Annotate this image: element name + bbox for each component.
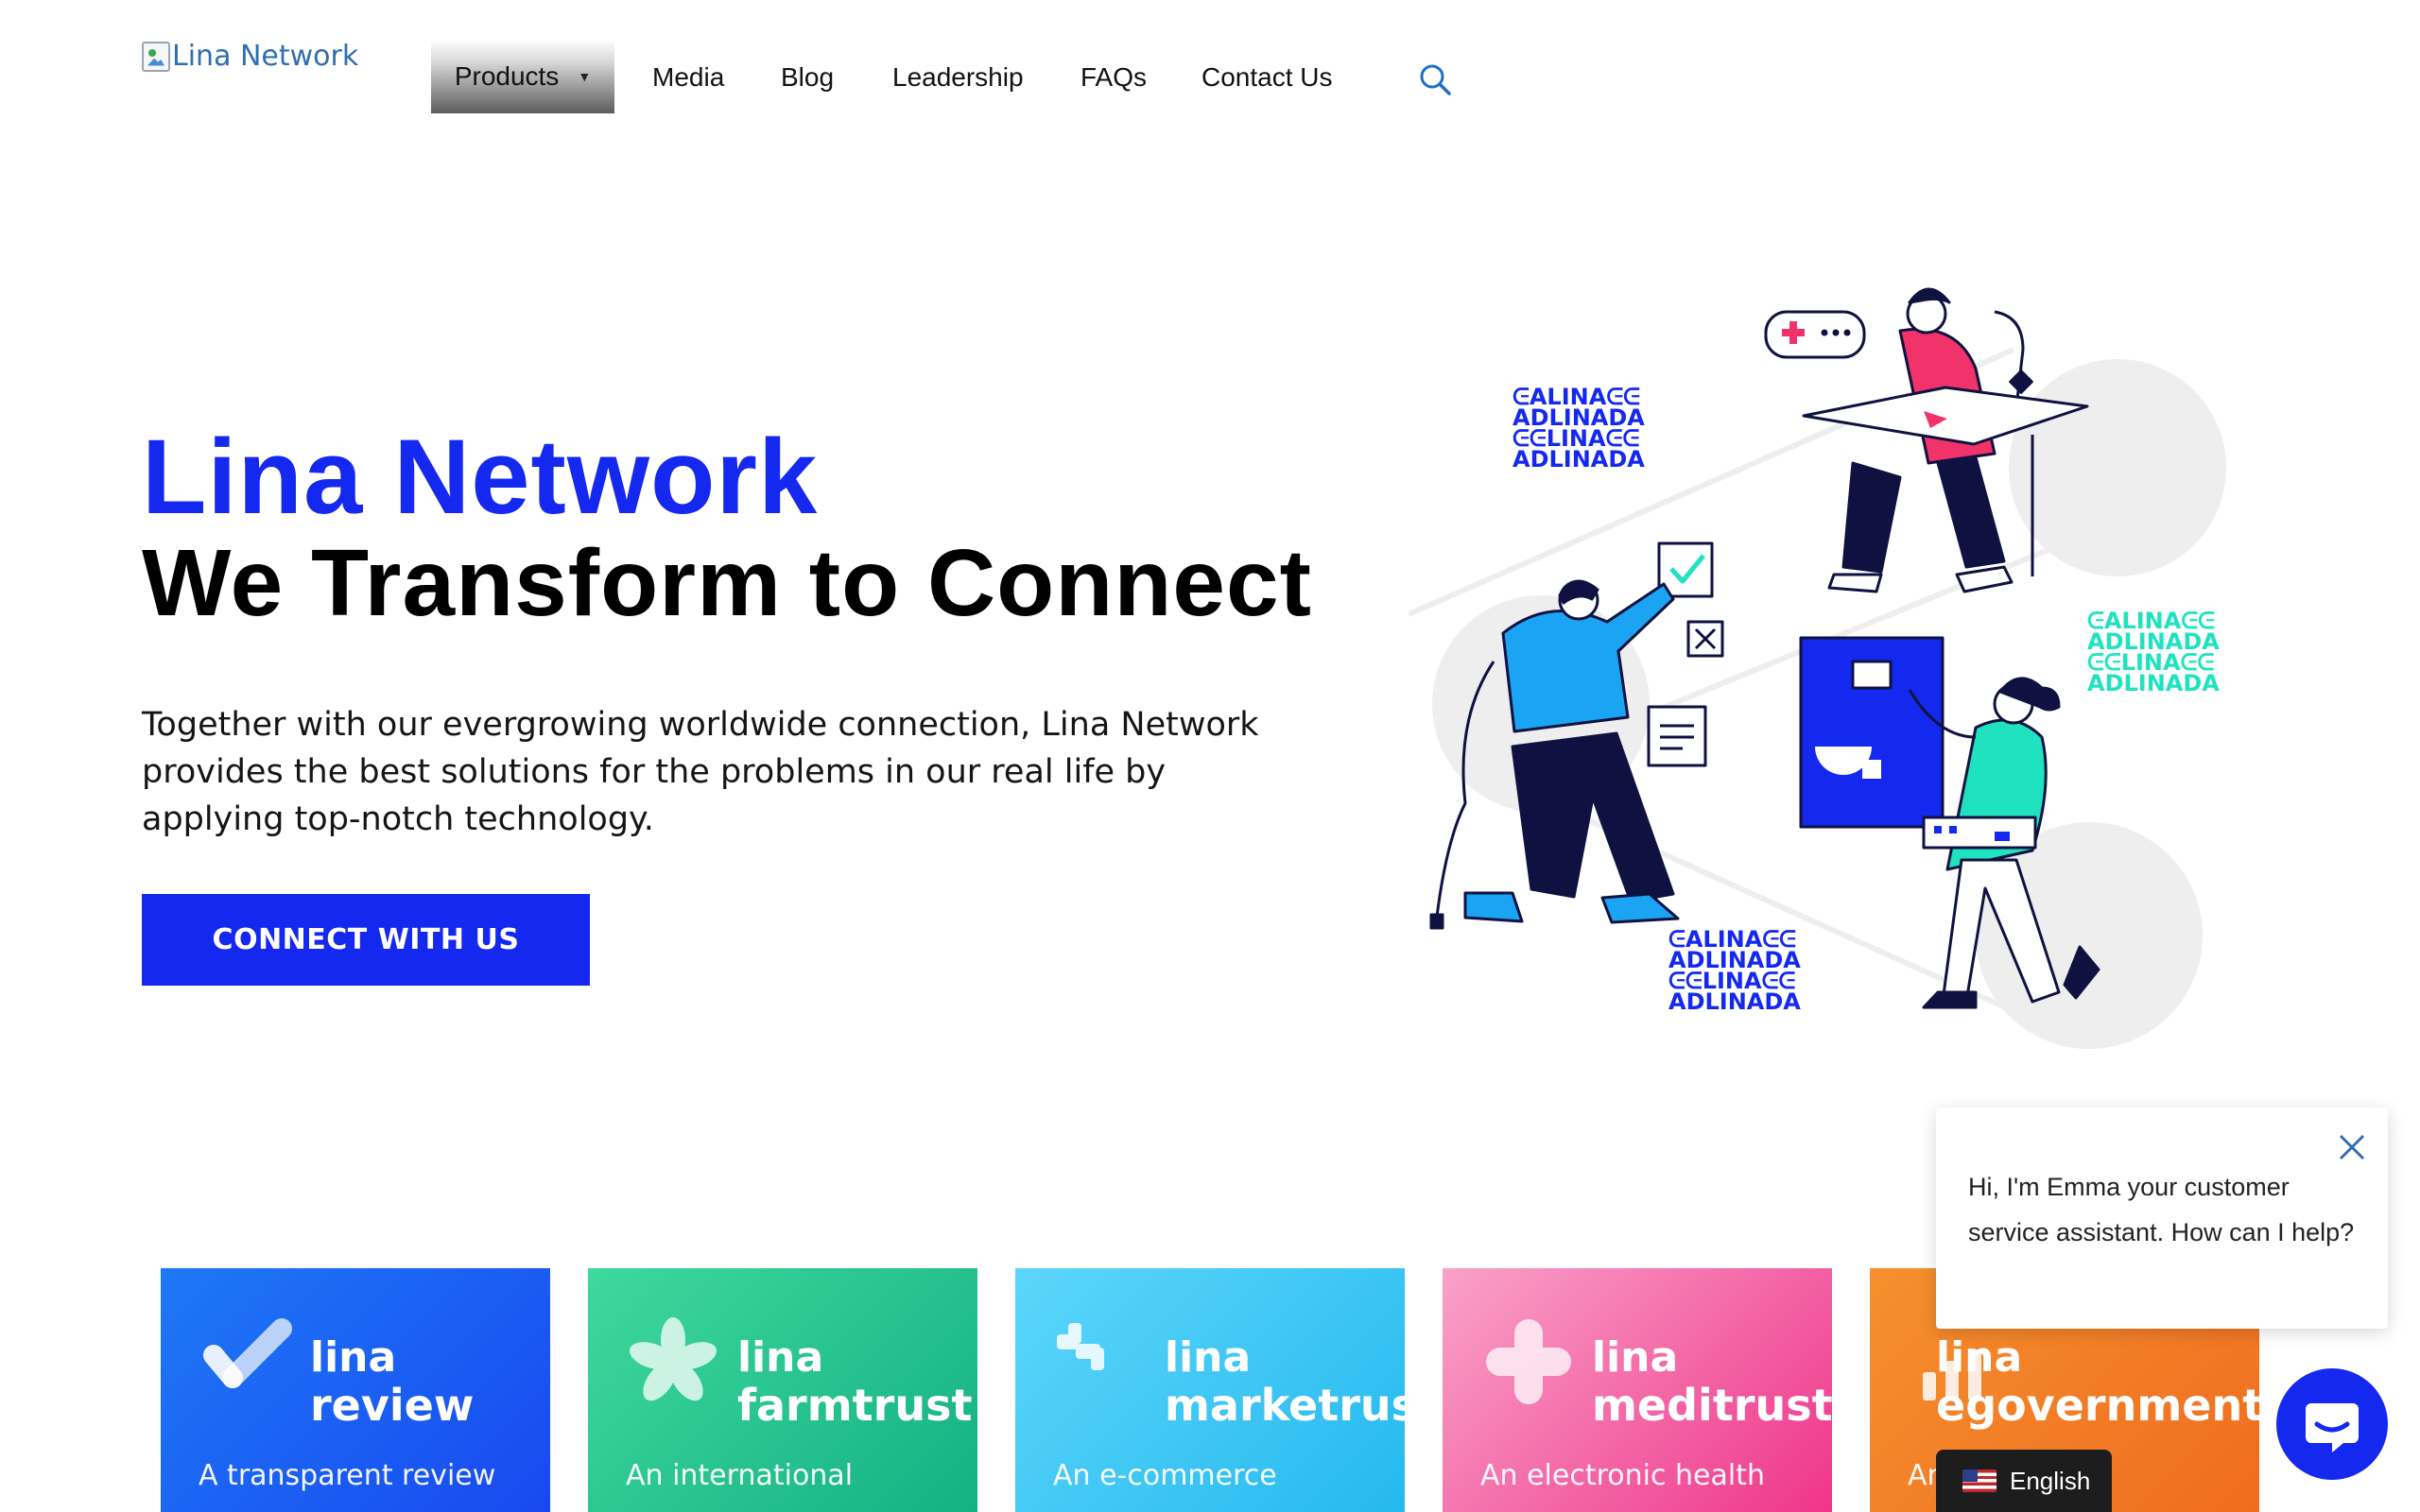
- puzzle-icon: [1057, 1323, 1104, 1370]
- card-description: An e-commerce: [1053, 1459, 1277, 1492]
- card-description: An electronic health: [1480, 1459, 1765, 1492]
- product-card-meditrust[interactable]: lina meditrust An electronic health: [1443, 1268, 1832, 1512]
- nav-blog[interactable]: Blog: [781, 62, 834, 93]
- pattern-block-right: ᕮALINAᕮᕮ ADLINADA ᕮᕮLINAᕮᕮ ADLINADA: [2087, 608, 2220, 696]
- pattern-line: ADLINADA: [1512, 446, 1645, 472]
- us-flag-icon: [1962, 1469, 1996, 1492]
- connect-with-us-button[interactable]: CONNECT WITH US: [142, 894, 590, 986]
- card-description: An international: [626, 1459, 854, 1492]
- chat-popup: Hi, I'm Emma your customer service assis…: [1936, 1108, 2388, 1329]
- card-description: A transparent review: [199, 1459, 496, 1492]
- card-product-name: marketrust: [1165, 1380, 1405, 1431]
- pattern-line: ADLINADA: [2087, 670, 2220, 696]
- card-brand: lina: [310, 1333, 397, 1382]
- check-icon: [203, 1318, 292, 1388]
- card-product-name: meditrust: [1592, 1380, 1832, 1431]
- card-brand: lina: [737, 1333, 824, 1382]
- card-product-name: egovernment: [1936, 1380, 2259, 1431]
- main-nav: Products ▼: [431, 40, 614, 113]
- search-icon[interactable]: [1418, 62, 1452, 96]
- product-card-farmtrust[interactable]: lina farmtrust An international: [588, 1268, 977, 1512]
- flower-icon: [629, 1317, 717, 1401]
- nav-products-dropdown[interactable]: Products ▼: [431, 40, 614, 113]
- logo-alt-text: Lina Network: [172, 40, 359, 73]
- hero-brand: Lina Network: [142, 418, 819, 536]
- nav-leadership[interactable]: Leadership: [892, 62, 1024, 93]
- nav-media[interactable]: Media: [652, 62, 724, 93]
- product-card-marketrust[interactable]: lina marketrust An e-commerce: [1015, 1268, 1405, 1512]
- chat-bubble-icon: [2306, 1403, 2359, 1452]
- product-card-review[interactable]: lina review A transparent review: [161, 1268, 550, 1512]
- card-brand: lina: [1165, 1333, 1252, 1382]
- hero-illustration: ᕮALINAᕮᕮ ADLINADA ᕮᕮLINAᕮᕮ ADLINADA ᕮALI…: [1409, 287, 2226, 1049]
- card-product-name: farmtrust: [737, 1380, 973, 1431]
- hero-title: We Transform to Connect: [142, 530, 1312, 636]
- pattern-block-top-left: ᕮALINAᕮᕮ ADLINADA ᕮᕮLINAᕮᕮ ADLINADA: [1512, 384, 1645, 472]
- card-product-name: review: [310, 1380, 475, 1431]
- language-label: English: [2010, 1466, 2091, 1495]
- nav-contact[interactable]: Contact Us: [1201, 62, 1333, 93]
- close-icon[interactable]: [2333, 1128, 2371, 1166]
- pattern-block-bottom: ᕮALINAᕮᕮ ADLINADA ᕮᕮLINAᕮᕮ ADLINADA: [1668, 926, 1801, 1015]
- pattern-line: ADLINADA: [1668, 988, 1801, 1015]
- site-logo[interactable]: Lina Network: [142, 40, 358, 73]
- card-brand: lina: [1592, 1333, 1679, 1382]
- nav-products-label: Products: [454, 61, 560, 91]
- language-selector[interactable]: English: [1936, 1450, 2112, 1512]
- chat-message: Hi, I'm Emma your customer service assis…: [1968, 1173, 2355, 1246]
- cross-icon: [1486, 1319, 1571, 1404]
- hero-description: Together with our evergrowing worldwide …: [142, 706, 1259, 838]
- nav-faqs[interactable]: FAQs: [1080, 62, 1147, 93]
- broken-image-icon: [142, 41, 170, 72]
- caret-down-icon: ▼: [578, 69, 592, 84]
- card-brand: lina: [1936, 1333, 2023, 1382]
- chat-launcher-button[interactable]: [2276, 1368, 2388, 1480]
